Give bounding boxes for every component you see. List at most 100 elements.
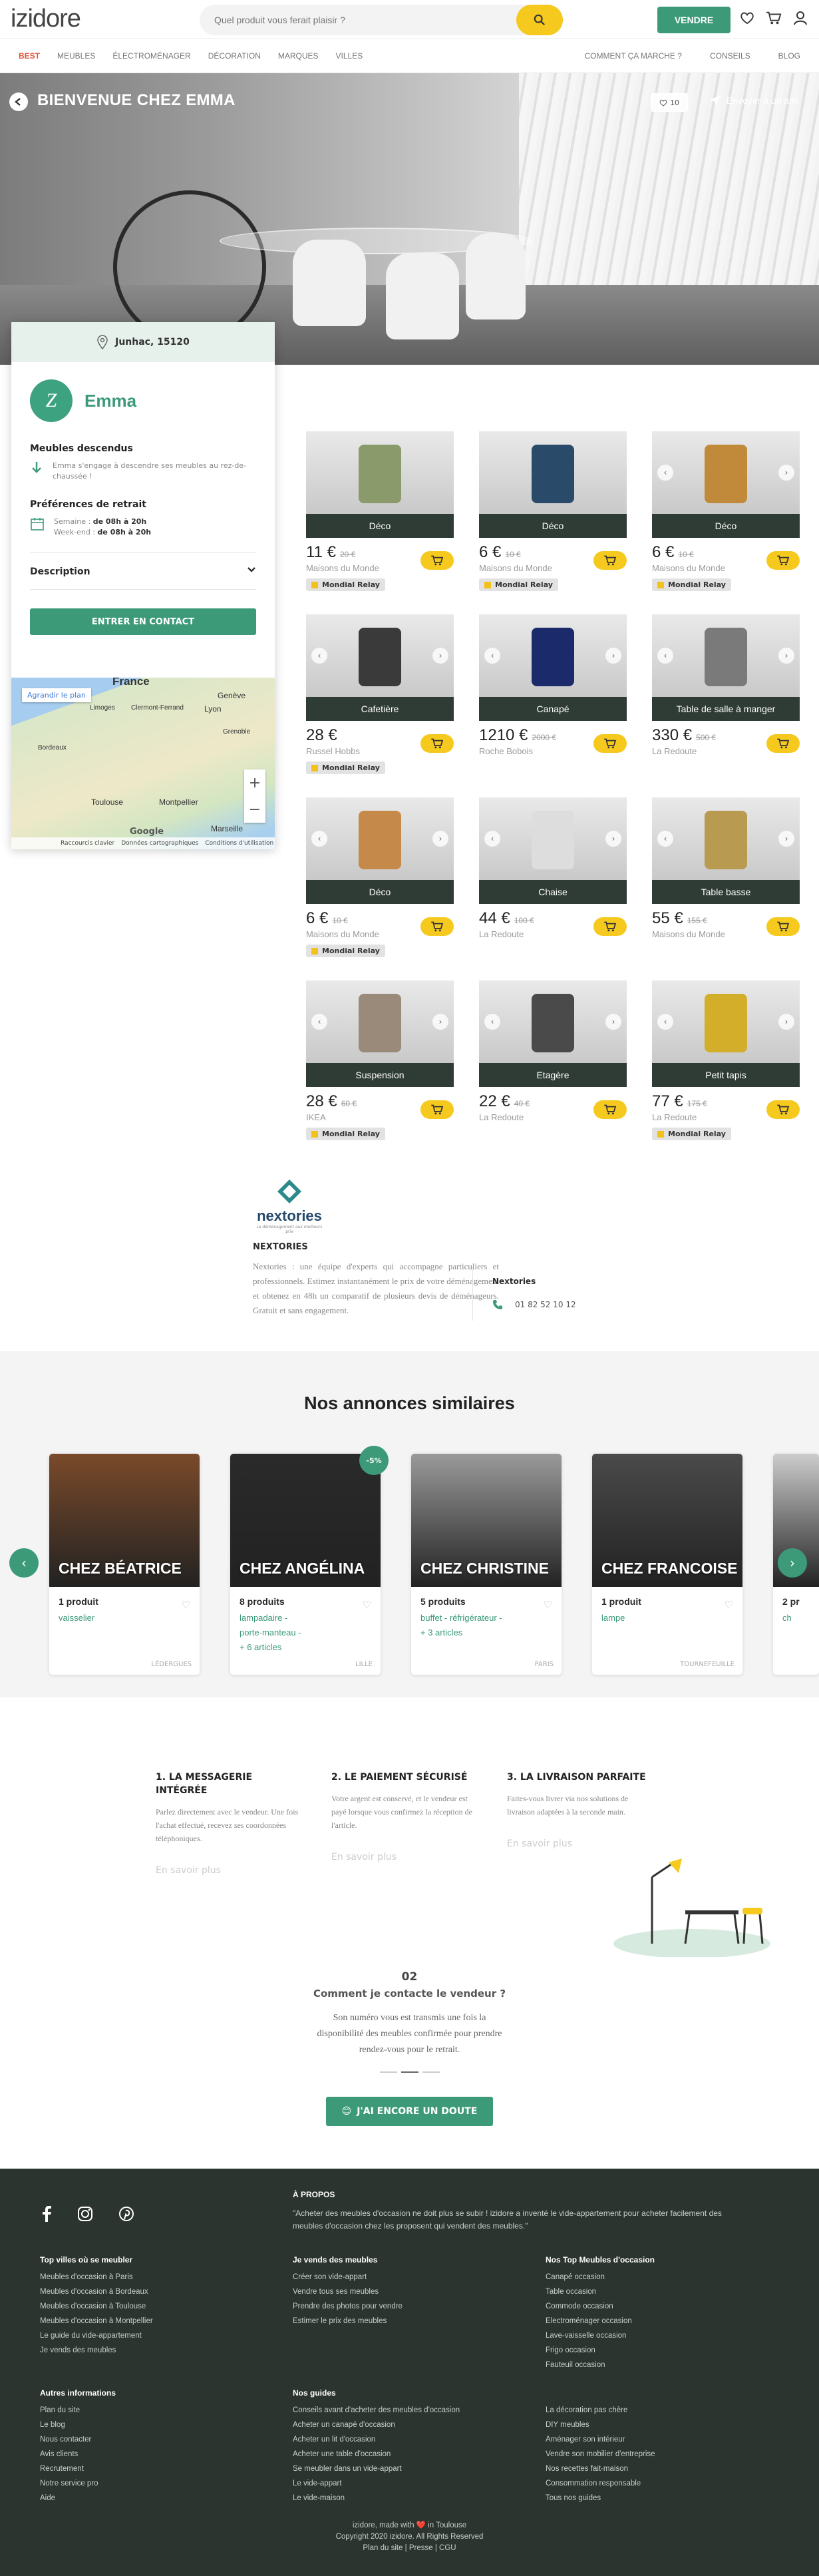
back-button[interactable] xyxy=(9,93,28,111)
learn-more-link[interactable]: En savoir plus xyxy=(507,1838,650,1849)
add-to-cart-button[interactable] xyxy=(593,734,627,753)
product-card[interactable]: ‹ › Canapé 1210 € 2000 € Roche Bobois xyxy=(479,614,627,797)
add-to-cart-button[interactable] xyxy=(766,917,800,936)
footer-link[interactable]: Nous contacter xyxy=(40,2432,259,2447)
prev-image-button[interactable]: ‹ xyxy=(657,648,673,664)
product-card[interactable]: ‹ › Déco 6 € 10 € Maisons du Monde Mondia… xyxy=(652,431,800,614)
footer-link[interactable]: Aménager son intérieur xyxy=(546,2432,765,2447)
add-to-cart-button[interactable] xyxy=(420,734,454,753)
seller-card[interactable]: CHEZ CHRISTINE 5 produits buffet - réfri… xyxy=(411,1454,562,1675)
nav-item-blog[interactable]: BLOG xyxy=(778,51,800,61)
footer-link[interactable]: Vendre tous ses meubles xyxy=(293,2284,512,2299)
heart-icon[interactable]: ♡ xyxy=(363,1599,371,1611)
seller-card-tag[interactable]: buffet - réfrigérateur - xyxy=(420,1611,562,1625)
product-card[interactable]: ‹ › Table basse 55 € 155 € Maisons du Mon… xyxy=(652,797,800,980)
add-to-cart-button[interactable] xyxy=(766,734,800,753)
product-image[interactable]: ‹ › Suspension xyxy=(306,980,454,1087)
product-image[interactable]: ‹ › Déco xyxy=(652,431,800,538)
nav-item-conseils[interactable]: CONSEILS xyxy=(710,51,750,61)
carousel-next-button[interactable]: › xyxy=(778,1548,807,1578)
nav-item-marques[interactable]: MARQUES xyxy=(278,51,319,61)
add-to-cart-button[interactable] xyxy=(593,1100,627,1119)
map-data[interactable]: Données cartographiques xyxy=(121,840,198,847)
add-to-cart-button[interactable] xyxy=(420,551,454,570)
zoom-out-button[interactable]: − xyxy=(249,801,261,818)
heart-icon[interactable]: ♡ xyxy=(182,1599,190,1611)
prev-image-button[interactable]: ‹ xyxy=(311,1014,327,1030)
product-card[interactable]: Déco 11 € 20 € Maisons du Monde Mondial … xyxy=(306,431,454,614)
footer-link[interactable]: Meubles d'occasion à Bordeaux xyxy=(40,2284,259,2299)
product-image[interactable]: ‹ › Table basse xyxy=(652,797,800,904)
facebook-icon[interactable] xyxy=(41,2206,52,2222)
footer-link[interactable]: Le guide du vide-appartement xyxy=(40,2328,259,2343)
seller-card-tag[interactable]: vaisselier xyxy=(59,1611,200,1625)
product-image[interactable]: ‹ › Etagère xyxy=(479,980,627,1087)
footer-link[interactable]: Avis clients xyxy=(40,2447,259,2462)
next-image-button[interactable]: › xyxy=(432,648,448,664)
footer-link[interactable]: Fauteuil occasion xyxy=(546,2358,765,2372)
product-card[interactable]: ‹ › Chaise 44 € 100 € La Redoute xyxy=(479,797,627,980)
add-to-cart-button[interactable] xyxy=(766,551,800,570)
faq-dot-active[interactable] xyxy=(401,2071,418,2073)
next-image-button[interactable]: › xyxy=(432,1014,448,1030)
footer-link[interactable]: Aide xyxy=(40,2491,259,2505)
pinterest-icon[interactable] xyxy=(118,2206,134,2222)
product-image[interactable]: ‹ › Cafetière xyxy=(306,614,454,721)
add-to-cart-button[interactable] xyxy=(420,917,454,936)
next-image-button[interactable]: › xyxy=(605,1014,621,1030)
footer-link[interactable]: Meubles d'occasion à Paris xyxy=(40,2270,259,2284)
product-card[interactable]: ‹ › Etagère 22 € 40 € La Redoute xyxy=(479,980,627,1164)
faq-dot[interactable] xyxy=(422,2071,440,2073)
prev-image-button[interactable]: ‹ xyxy=(484,1014,500,1030)
nav-item-decoration[interactable]: DÉCORATION xyxy=(208,51,261,61)
next-image-button[interactable]: › xyxy=(778,1014,794,1030)
heart-icon[interactable]: ♡ xyxy=(544,1599,552,1611)
logo[interactable]: izidore xyxy=(11,5,204,33)
seller-card-tag[interactable]: lampadaire - xyxy=(240,1611,381,1625)
footer-link[interactable]: Consommation responsable xyxy=(546,2476,765,2491)
footer-link[interactable]: Electroménager occasion xyxy=(546,2314,765,2328)
product-card[interactable]: ‹ › Table de salle à manger 330 € 500 € L… xyxy=(652,614,800,797)
location-map[interactable]: France Genève Limoges Clermont-Ferrand L… xyxy=(11,678,275,849)
footer-link[interactable]: Meubles d'occasion à Toulouse xyxy=(40,2299,259,2314)
search-input[interactable] xyxy=(200,15,516,25)
footer-link[interactable]: Vendre son mobilier d'entreprise xyxy=(546,2447,765,2462)
prev-image-button[interactable]: ‹ xyxy=(484,648,500,664)
footer-link[interactable]: Nos recettes fait-maison xyxy=(546,2462,765,2476)
seller-card[interactable]: CHEZ BÉATRICE 1 produit vaisselier ♡ LÉD… xyxy=(49,1454,200,1675)
seller-card-tag[interactable]: lampe xyxy=(601,1611,742,1625)
footer-link[interactable]: La décoration pas chère xyxy=(546,2403,765,2418)
nav-item-electromenager[interactable]: ÉLECTROMÉNAGER xyxy=(112,51,190,61)
contact-button[interactable]: ENTRER EN CONTACT xyxy=(30,608,256,635)
footer-link[interactable]: Le vide-appart xyxy=(293,2476,512,2491)
footer-link[interactable]: Table occasion xyxy=(546,2284,765,2299)
user-icon[interactable] xyxy=(792,9,809,27)
footer-link[interactable]: DIY meubles xyxy=(546,2418,765,2432)
sell-button[interactable]: VENDRE xyxy=(657,7,731,33)
footer-link[interactable]: Notre service pro xyxy=(40,2476,259,2491)
product-image[interactable]: Déco xyxy=(306,431,454,538)
add-to-cart-button[interactable] xyxy=(593,917,627,936)
next-image-button[interactable]: › xyxy=(432,831,448,847)
seller-card-tag[interactable]: ch xyxy=(782,1611,819,1625)
next-image-button[interactable]: › xyxy=(778,831,794,847)
product-card[interactable]: ‹ › Cafetière 28 € Russel Hobbs Mondial R… xyxy=(306,614,454,797)
next-image-button[interactable]: › xyxy=(605,648,621,664)
learn-more-link[interactable]: En savoir plus xyxy=(331,1852,474,1862)
footer-link[interactable]: Créer son vide-appart xyxy=(293,2270,512,2284)
add-to-cart-button[interactable] xyxy=(593,551,627,570)
footer-link[interactable]: Acheter un lit d'occasion xyxy=(293,2432,512,2447)
nav-item-villes[interactable]: VILLES xyxy=(336,51,363,61)
map-terms[interactable]: Conditions d'utilisation xyxy=(205,840,273,847)
enlarge-map-link[interactable]: Agrandir le plan xyxy=(22,688,91,702)
footer-link[interactable]: Tous nos guides xyxy=(546,2491,765,2505)
carousel-prev-button[interactable]: ‹ xyxy=(9,1548,39,1578)
footer-link[interactable]: Estimer le prix des meubles xyxy=(293,2314,512,2328)
zoom-in-button[interactable]: + xyxy=(249,775,261,791)
add-to-cart-button[interactable] xyxy=(766,1100,800,1119)
nav-item-meubles[interactable]: MEUBLES xyxy=(57,51,95,61)
heart-icon[interactable] xyxy=(738,9,756,27)
product-image[interactable]: Déco xyxy=(479,431,627,538)
footer-link[interactable]: Frigo occasion xyxy=(546,2343,765,2358)
footer-link[interactable]: Prendre des photos pour vendre xyxy=(293,2299,512,2314)
